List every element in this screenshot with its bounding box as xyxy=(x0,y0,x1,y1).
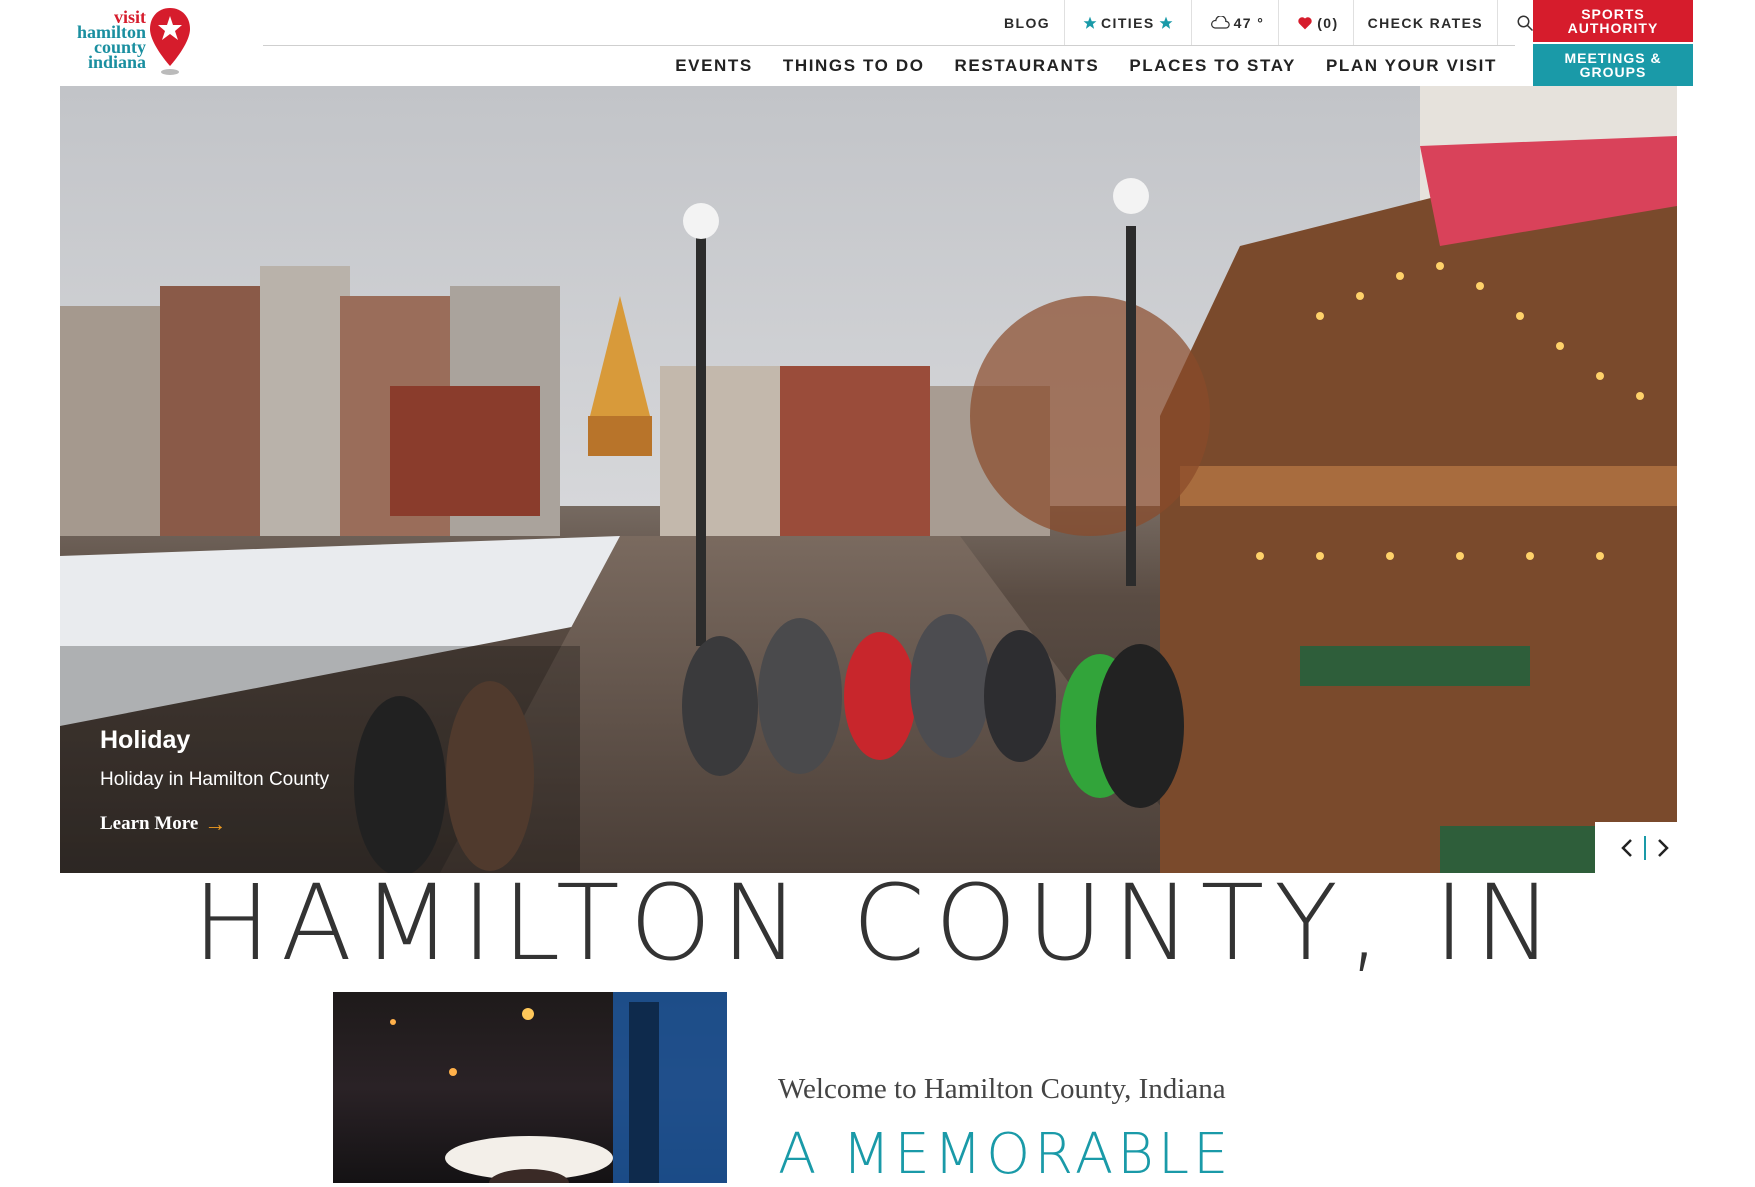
tagline-heading: A MEMORABLE xyxy=(778,1122,1233,1187)
check-rates-label: CHECK RATES xyxy=(1367,14,1484,31)
meetings-line-2: GROUPS xyxy=(1579,64,1647,80)
welcome-heading: Welcome to Hamilton County, Indiana xyxy=(778,1073,1226,1105)
cloud-icon xyxy=(1210,15,1230,30)
favorites-count: (0) xyxy=(1317,14,1339,31)
blog-link[interactable]: BLOG xyxy=(990,0,1064,45)
map-pin-icon xyxy=(150,8,190,75)
hero-slide[interactable]: Holiday Holiday in Hamilton County Learn… xyxy=(60,86,1677,873)
star-icon xyxy=(1083,16,1097,30)
heart-icon xyxy=(1297,16,1313,30)
hero-caption: Holiday Holiday in Hamilton County Learn… xyxy=(100,726,329,837)
weather-temp: 47 ° xyxy=(1233,14,1265,31)
blog-label: BLOG xyxy=(1004,14,1051,31)
favorites-link[interactable]: (0) xyxy=(1278,0,1352,45)
feature-photo xyxy=(333,992,727,1183)
sports-authority-button[interactable]: SPORTS AUTHORITY xyxy=(1533,0,1693,42)
nav-events[interactable]: EVENTS xyxy=(675,56,753,76)
check-rates-link[interactable]: CHECK RATES xyxy=(1352,0,1497,45)
sports-line-1: SPORTS xyxy=(1581,6,1645,22)
chevron-left-icon[interactable] xyxy=(1620,837,1634,859)
weather-widget[interactable]: 47 ° xyxy=(1190,0,1279,45)
learn-more-label: Learn More xyxy=(100,813,199,834)
slider-divider xyxy=(1644,835,1646,860)
cities-label: CITIES xyxy=(1101,14,1155,31)
logo-line-indiana: indiana xyxy=(87,52,146,72)
site-logo[interactable]: visit hamilton county indiana xyxy=(58,6,198,80)
star-icon xyxy=(1159,16,1173,30)
slider-controls xyxy=(1595,822,1695,873)
feature-photo-image xyxy=(390,992,727,1183)
nav-things-to-do[interactable]: THINGS TO DO xyxy=(783,56,925,76)
nav-restaurants[interactable]: RESTAURANTS xyxy=(955,56,1100,76)
hero-subtitle: Holiday in Hamilton County xyxy=(100,769,330,790)
arrow-right-icon: → xyxy=(204,811,227,836)
page-title: HAMILTON COUNTY, IN xyxy=(192,862,1563,984)
utility-bar: BLOG CITIES 47 ° (0) CHECK RATES xyxy=(990,0,1552,45)
chevron-right-icon[interactable] xyxy=(1656,837,1670,859)
logo-text: visit hamilton county indiana xyxy=(58,8,146,72)
learn-more-link[interactable]: Learn More → xyxy=(100,811,329,837)
hero-category: Holiday xyxy=(100,726,191,754)
nav-places-to-stay[interactable]: PLACES TO STAY xyxy=(1129,56,1296,76)
meetings-line-1: MEETINGS & xyxy=(1564,50,1662,66)
main-nav: EVENTS THINGS TO DO RESTAURANTS PLACES T… xyxy=(645,46,1497,86)
cities-menu[interactable]: CITIES xyxy=(1064,0,1191,45)
search-icon xyxy=(1516,14,1534,32)
meetings-groups-button[interactable]: MEETINGS & GROUPS xyxy=(1533,44,1693,86)
nav-plan-your-visit[interactable]: PLAN YOUR VISIT xyxy=(1326,56,1497,76)
sports-line-2: AUTHORITY xyxy=(1567,20,1659,36)
